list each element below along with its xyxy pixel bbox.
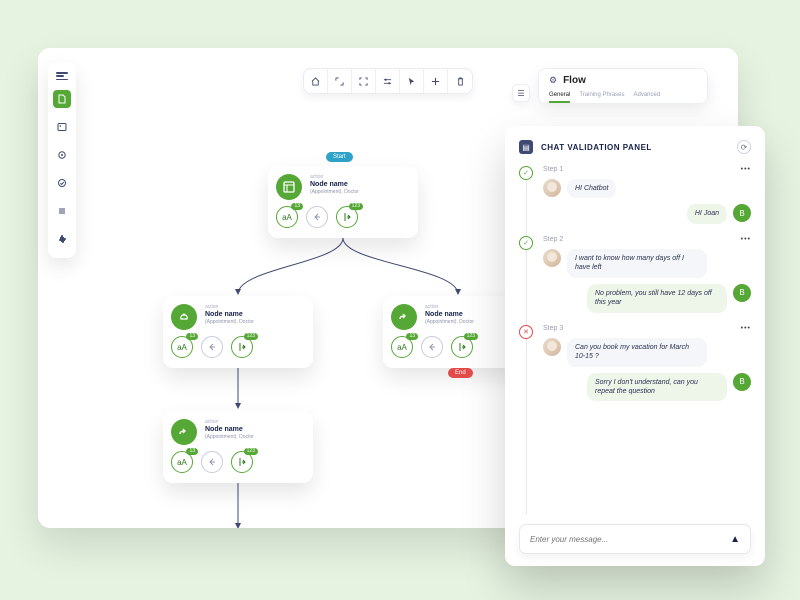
step-label: Step 2 xyxy=(543,236,563,243)
node-chip-out[interactable]: 123 xyxy=(336,206,358,228)
step-label: Step 3 xyxy=(543,325,563,332)
node-chip-out[interactable]: 123 xyxy=(231,336,253,358)
step-status-ok-icon: ✓ xyxy=(519,236,533,250)
chip-badge: 123 xyxy=(244,448,258,455)
step-more[interactable]: ••• xyxy=(741,236,751,243)
flow-title: Flow xyxy=(563,75,586,86)
sidebar-item-check[interactable] xyxy=(53,174,71,192)
node-title: Node name xyxy=(310,181,359,188)
node-chip-text[interactable]: aA13 xyxy=(391,336,413,358)
flow-node[interactable]: action Node name (Appointment). Doctor a… xyxy=(163,411,313,483)
node-subtitle: (Appointment). Doctor xyxy=(205,319,254,325)
node-chip-in[interactable] xyxy=(201,336,223,358)
gear-icon[interactable]: ⚙ xyxy=(549,75,557,86)
tool-settings[interactable] xyxy=(376,69,400,93)
tab-general[interactable]: General xyxy=(549,92,570,103)
node-subtitle: (Appointment). Doctor xyxy=(205,434,254,440)
chip-badge: 123 xyxy=(464,333,478,340)
node-title: Node name xyxy=(205,311,254,318)
left-sidebar xyxy=(48,62,76,258)
chat-input[interactable] xyxy=(530,535,722,544)
sidebar-item-list[interactable] xyxy=(53,202,71,220)
sidebar-item-file[interactable] xyxy=(53,90,71,108)
chat-step: ✓ Step 1 ••• HI Chatbot HI Joan B xyxy=(519,160,751,230)
node-chip-in[interactable] xyxy=(421,336,443,358)
chat-composer: ▲ xyxy=(519,524,751,554)
menu-icon[interactable] xyxy=(56,72,68,80)
node-chip-out[interactable]: 123 xyxy=(451,336,473,358)
tab-advanced[interactable]: Advanced xyxy=(634,92,661,103)
node-chip-text[interactable]: aA13 xyxy=(171,451,193,473)
chip-badge: 123 xyxy=(349,203,363,210)
refresh-icon[interactable]: ⟳ xyxy=(737,140,751,154)
tag-end: End xyxy=(448,368,473,378)
chat-step: ✕ Step 3 ••• Can you book my vacation for… xyxy=(519,319,751,408)
node-chip-text[interactable]: aA13 xyxy=(171,336,193,358)
chat-icon: ▤ xyxy=(519,140,533,154)
tool-pointer[interactable] xyxy=(400,69,424,93)
tab-training-phrases[interactable]: Training Phrases xyxy=(579,92,624,103)
sidebar-item-target[interactable] xyxy=(53,146,71,164)
user-message: HI Chatbot xyxy=(567,179,616,198)
step-more[interactable]: ••• xyxy=(741,325,751,332)
user-avatar xyxy=(543,249,561,267)
node-chip-in[interactable] xyxy=(306,206,328,228)
tool-home[interactable] xyxy=(304,69,328,93)
flow-setting-card: ⚙ Flow General Training Phrases Advanced xyxy=(538,68,708,104)
chat-validation-panel: ▤ CHAT VALIDATION PANEL ⟳ ✓ Step 1 ••• HI… xyxy=(505,126,765,566)
chip-badge: 13 xyxy=(291,203,303,210)
step-status-ok-icon: ✓ xyxy=(519,166,533,180)
user-message: I want to know how many days off I have … xyxy=(567,249,707,278)
tool-fullscreen[interactable] xyxy=(352,69,376,93)
node-main-icon xyxy=(171,419,197,445)
user-avatar xyxy=(543,179,561,197)
chat-panel-title: CHAT VALIDATION PANEL xyxy=(541,143,729,152)
sidebar-item-image[interactable] xyxy=(53,118,71,136)
flow-node[interactable]: action Node name (Appointment). Doctor a… xyxy=(163,296,313,368)
canvas-toolbar xyxy=(303,68,473,94)
sidebar-item-plugin[interactable] xyxy=(53,230,71,248)
node-chip-out[interactable]: 123 xyxy=(231,451,253,473)
tool-add[interactable] xyxy=(424,69,448,93)
node-kind: action xyxy=(310,174,359,180)
flow-shortcut-icon[interactable]: ☰ xyxy=(512,84,530,102)
node-main-icon xyxy=(391,304,417,330)
tool-expand[interactable] xyxy=(328,69,352,93)
chip-badge: 123 xyxy=(244,333,258,340)
step-status-error-icon: ✕ xyxy=(519,325,533,339)
node-kind: action xyxy=(205,419,254,425)
chat-step: ✓ Step 2 ••• I want to know how many days… xyxy=(519,230,751,319)
bot-message: Sorry I don't understand, can you repeat… xyxy=(587,373,727,402)
node-title: Node name xyxy=(205,426,254,433)
flow-tabs: General Training Phrases Advanced xyxy=(549,92,697,103)
step-more[interactable]: ••• xyxy=(741,166,751,173)
bot-avatar: B xyxy=(733,373,751,391)
user-avatar xyxy=(543,338,561,356)
chip-badge: 13 xyxy=(186,448,198,455)
node-subtitle: (Appointment). Doctor xyxy=(310,189,359,195)
flow-node[interactable]: action Node name (Appointment). Doctor a… xyxy=(268,166,418,238)
bot-avatar: B xyxy=(733,204,751,222)
node-kind: action xyxy=(425,304,474,310)
node-subtitle: (Appointment). Doctor xyxy=(425,319,474,325)
node-chip-in[interactable] xyxy=(201,451,223,473)
tool-delete[interactable] xyxy=(448,69,472,93)
node-main-icon xyxy=(171,304,197,330)
send-icon[interactable]: ▲ xyxy=(730,534,740,545)
node-chip-text[interactable]: aA13 xyxy=(276,206,298,228)
node-kind: action xyxy=(205,304,254,310)
chip-badge: 13 xyxy=(406,333,418,340)
node-main-icon xyxy=(276,174,302,200)
bot-message: No problem, you still have 12 days off t… xyxy=(587,284,727,313)
tag-start: Start xyxy=(326,152,353,162)
user-message: Can you book my vacation for March 10-15… xyxy=(567,338,707,367)
chat-steps: ✓ Step 1 ••• HI Chatbot HI Joan B ✓ Step 2… xyxy=(519,160,751,524)
chip-badge: 13 xyxy=(186,333,198,340)
step-label: Step 1 xyxy=(543,166,563,173)
bot-avatar: B xyxy=(733,284,751,302)
node-title: Node name xyxy=(425,311,474,318)
bot-message: HI Joan xyxy=(687,204,727,223)
